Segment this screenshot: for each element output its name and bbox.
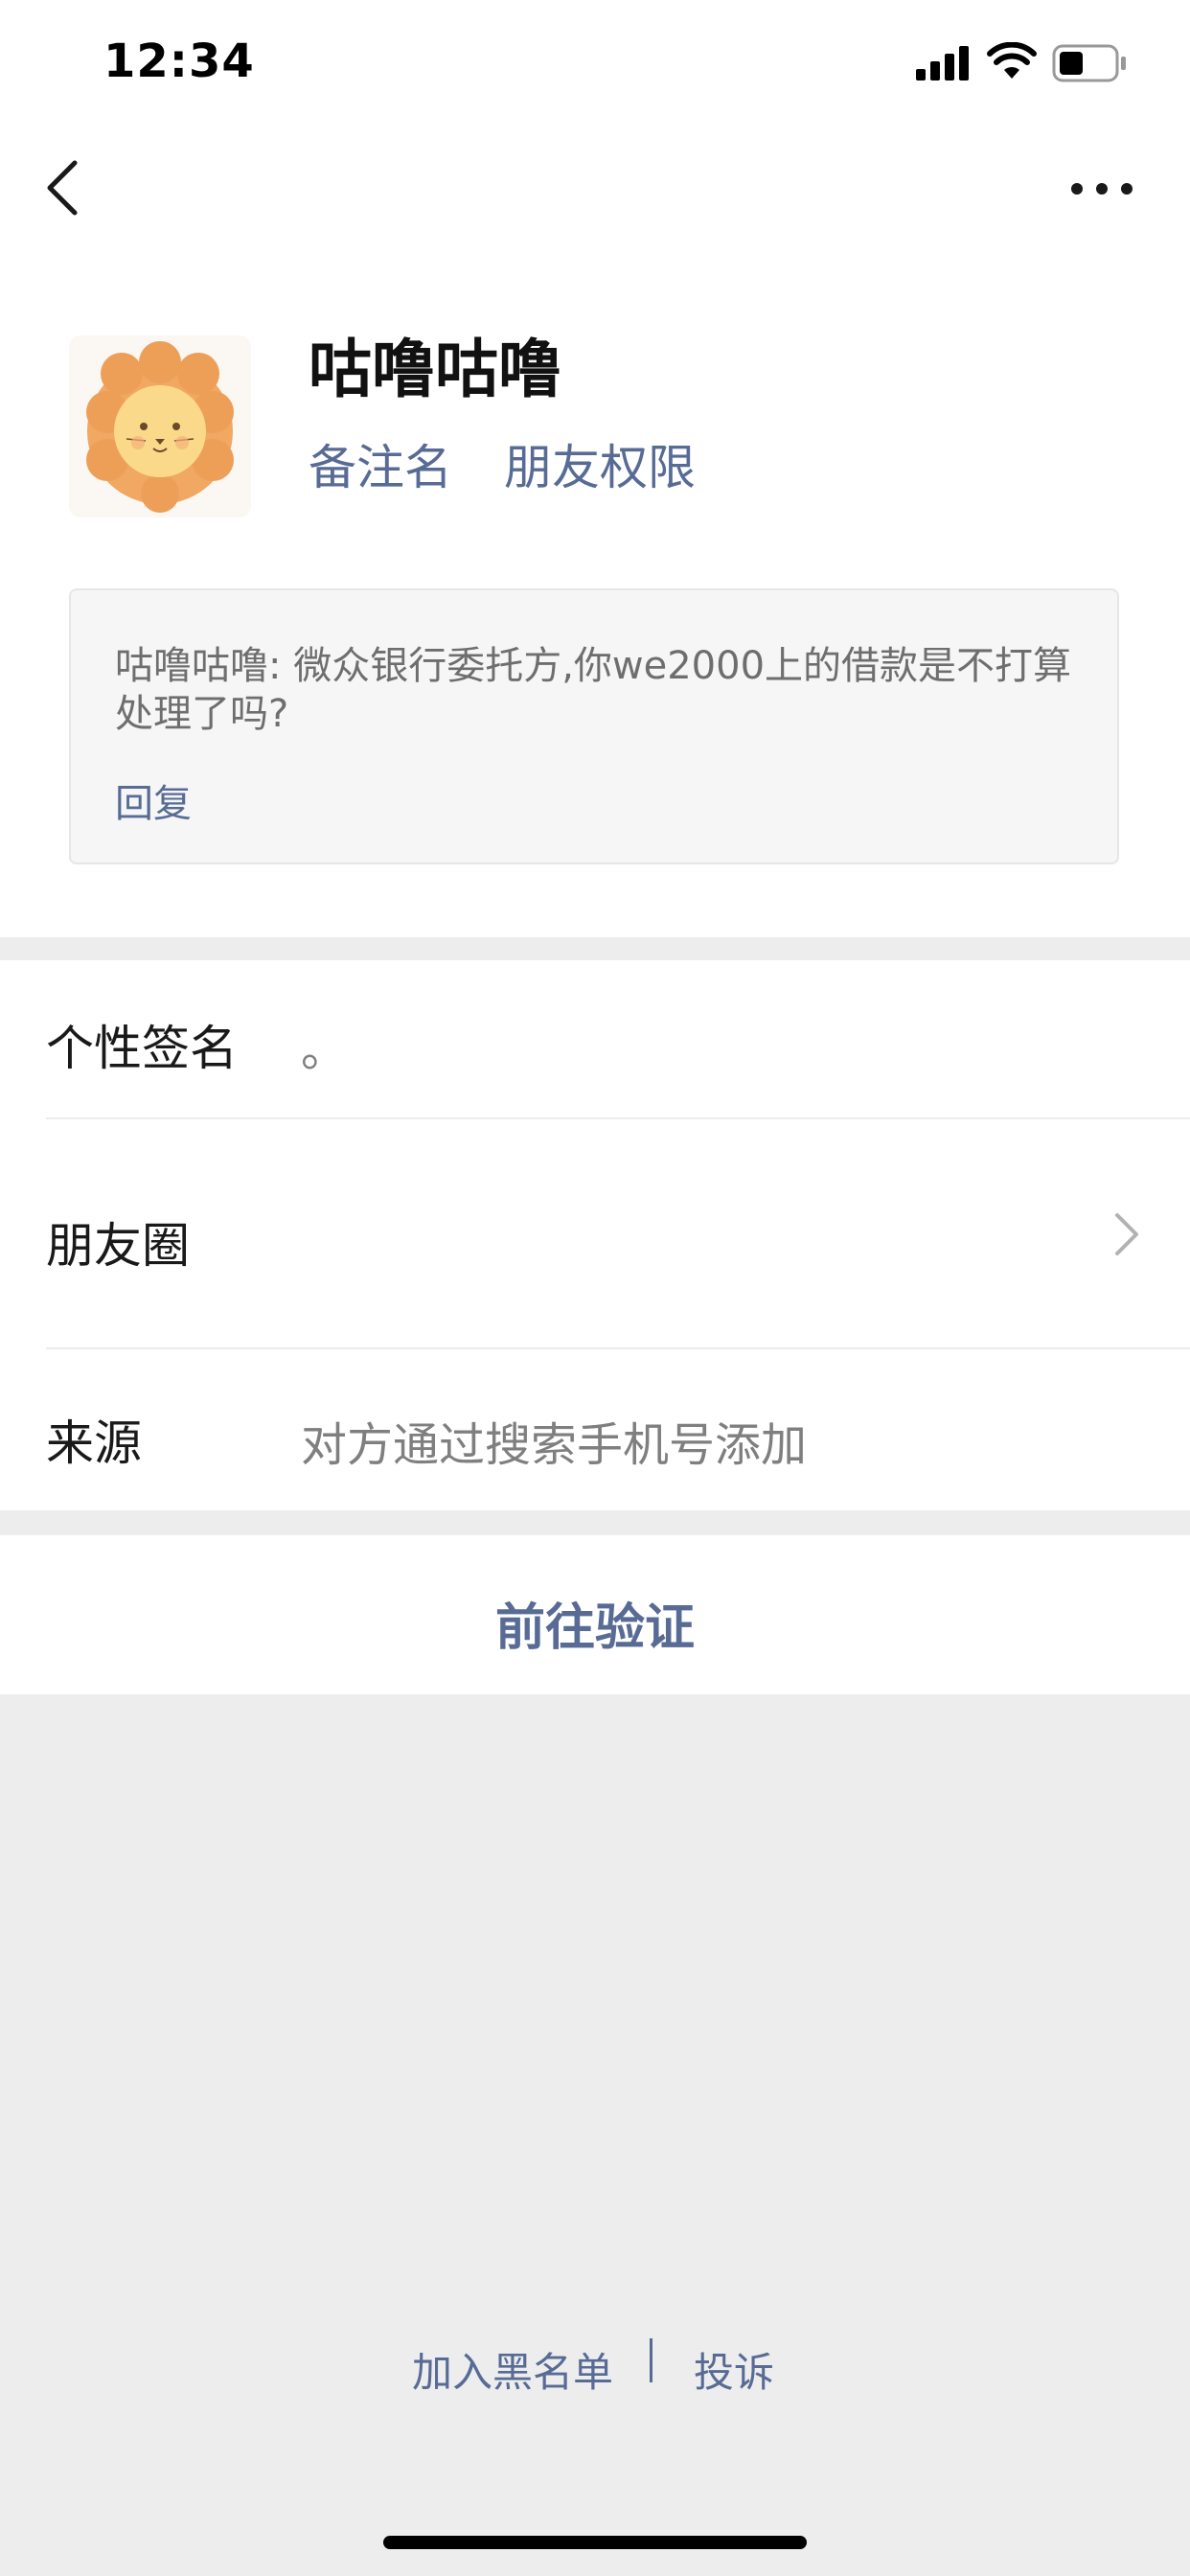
- status-time: 12:34: [103, 34, 255, 88]
- divider: [46, 1347, 1190, 1349]
- avatar[interactable]: [69, 335, 251, 518]
- back-button[interactable]: [34, 153, 92, 222]
- more-button[interactable]: [1064, 165, 1140, 213]
- nav-bar: [0, 125, 1190, 249]
- source-value: 对方通过搜索手机号添加: [301, 1418, 808, 1472]
- report-link[interactable]: 投诉: [694, 2340, 774, 2399]
- signal-icon: [916, 46, 969, 80]
- footer-separator: [650, 2338, 652, 2382]
- moments-label: 朋友圈: [46, 1218, 190, 1274]
- signature-label: 个性签名: [46, 1021, 238, 1076]
- remark-link[interactable]: 备注名: [309, 429, 452, 498]
- battery-icon: [1052, 44, 1126, 82]
- friend-permission-link[interactable]: 朋友权限: [504, 429, 696, 498]
- reply-link[interactable]: 回复: [115, 772, 192, 828]
- verify-button-label: 前往验证: [494, 1599, 695, 1657]
- add-to-blacklist-link[interactable]: 加入黑名单: [412, 2340, 613, 2399]
- source-label: 来源: [46, 1415, 142, 1471]
- chevron-right-icon: [1115, 1213, 1138, 1255]
- greeting-message-text: 咕噜咕噜: 微众银行委托方,你we2000上的借款是不打算处理了吗?: [115, 644, 1072, 736]
- home-indicator: [383, 2536, 807, 2549]
- signature-value: 。: [301, 1024, 348, 1077]
- wifi-icon: [987, 42, 1037, 79]
- contact-name: 咕噜咕噜: [309, 333, 561, 406]
